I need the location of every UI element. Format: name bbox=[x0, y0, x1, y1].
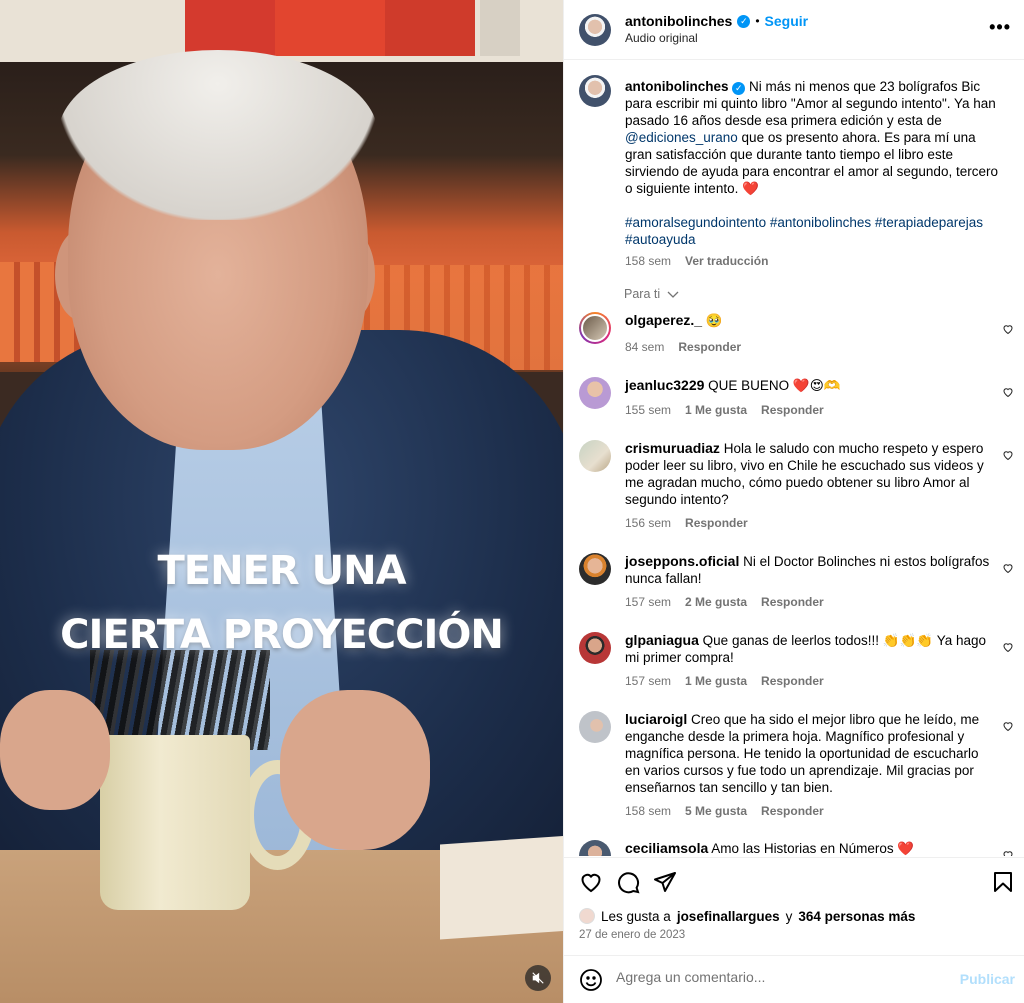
likes-join: y bbox=[785, 908, 793, 924]
separator-dot: • bbox=[755, 14, 760, 28]
avatar[interactable] bbox=[579, 14, 611, 46]
audio-link[interactable]: Audio original bbox=[625, 31, 698, 45]
comment-username[interactable]: joseppons.oficial bbox=[625, 553, 739, 569]
post-date[interactable]: 27 de enero de 2023 bbox=[579, 929, 685, 941]
reply-button[interactable]: Responder bbox=[761, 674, 824, 688]
speaker-muted-icon bbox=[532, 972, 544, 984]
comment-time[interactable]: 156 sem bbox=[625, 516, 671, 530]
comment-time[interactable]: 158 sem bbox=[625, 804, 671, 818]
chevron-down-icon bbox=[667, 291, 679, 298]
reply-button[interactable]: Responder bbox=[678, 340, 741, 354]
comment-text: QUE BUENO ❤️😍🫶 bbox=[708, 378, 841, 393]
right-hand bbox=[280, 690, 430, 850]
mug bbox=[100, 735, 250, 910]
heart-icon[interactable] bbox=[1002, 386, 1014, 398]
post-header: antonibolinches ✓ • Seguir Audio origina… bbox=[564, 0, 1024, 60]
sort-label: Para ti bbox=[624, 287, 661, 301]
caption-username[interactable]: antonibolinches bbox=[625, 79, 729, 94]
author-username[interactable]: antonibolinches bbox=[625, 13, 732, 29]
heart-icon[interactable] bbox=[1002, 323, 1014, 335]
comment-username[interactable]: crismuruadiaz bbox=[625, 440, 720, 456]
heart-icon[interactable] bbox=[1002, 849, 1014, 856]
hashtags[interactable]: #amoralsegundointento #antonibolinches #… bbox=[625, 214, 1000, 248]
likes-count[interactable]: 364 personas más bbox=[798, 909, 915, 924]
avatar[interactable] bbox=[579, 312, 611, 344]
bookshelf-top bbox=[0, 0, 563, 62]
heart-icon[interactable] bbox=[1002, 641, 1014, 653]
likes-summary[interactable]: Les gusta a josefinallargues y 364 perso… bbox=[579, 908, 915, 924]
likes-prefix: Les gusta a bbox=[601, 908, 671, 924]
avatar[interactable] bbox=[579, 440, 611, 472]
emoji-icon[interactable] bbox=[579, 968, 603, 992]
reply-button[interactable]: Responder bbox=[685, 516, 748, 530]
man-hair bbox=[58, 50, 378, 220]
avatar[interactable] bbox=[579, 840, 611, 856]
follow-button[interactable]: Seguir bbox=[765, 13, 809, 29]
mention-link[interactable]: @ediciones_urano bbox=[625, 130, 738, 145]
avatar[interactable] bbox=[579, 75, 611, 107]
avatar[interactable] bbox=[579, 711, 611, 743]
reply-button[interactable]: Responder bbox=[761, 403, 824, 417]
post-actions: Les gusta a josefinallargues y 364 perso… bbox=[564, 857, 1024, 1003]
comment-sort-dropdown[interactable]: Para ti bbox=[624, 287, 679, 301]
publish-button[interactable]: Publicar bbox=[960, 971, 1015, 987]
bookmark-icon[interactable] bbox=[991, 870, 1015, 894]
comment-likes[interactable]: 1 Me gusta bbox=[685, 403, 747, 417]
comment-text: 🥹 bbox=[705, 313, 723, 328]
comment-time[interactable]: 157 sem bbox=[625, 674, 671, 688]
heart-icon[interactable] bbox=[579, 870, 603, 894]
comment-username[interactable]: jeanluc3229 bbox=[625, 377, 704, 393]
mute-button[interactable] bbox=[525, 965, 551, 991]
likes-user[interactable]: josefinallargues bbox=[677, 909, 780, 924]
post-video[interactable]: TENER UNA CIERTA PROYECCIÓN bbox=[0, 0, 563, 1003]
caption-time[interactable]: 158 sem bbox=[625, 253, 671, 270]
avatar[interactable] bbox=[579, 377, 611, 409]
comments-list[interactable]: antonibolinches ✓ Ni más ni menos que 23… bbox=[564, 61, 1024, 856]
comment-icon[interactable] bbox=[616, 870, 640, 894]
heart-icon[interactable] bbox=[1002, 720, 1014, 732]
comment-likes[interactable]: 2 Me gusta bbox=[685, 595, 747, 609]
comment-time[interactable]: 157 sem bbox=[625, 595, 671, 609]
comment-input[interactable] bbox=[616, 969, 936, 985]
verified-badge-icon: ✓ bbox=[732, 82, 746, 95]
avatar bbox=[579, 908, 595, 924]
video-caption-line1: TENER UNA bbox=[157, 548, 406, 594]
heart-icon[interactable] bbox=[1002, 449, 1014, 461]
reply-button[interactable]: Responder bbox=[761, 804, 824, 818]
add-comment-bar: Publicar bbox=[564, 955, 1024, 1003]
share-icon[interactable] bbox=[653, 870, 677, 894]
comment-likes[interactable]: 5 Me gusta bbox=[685, 804, 747, 818]
comment-username[interactable]: ceciliamsola bbox=[625, 840, 708, 856]
verified-badge-icon: ✓ bbox=[737, 14, 751, 28]
comment-time[interactable]: 84 sem bbox=[625, 340, 664, 354]
heart-icon[interactable] bbox=[1002, 562, 1014, 574]
avatar[interactable] bbox=[579, 553, 611, 585]
translate-button[interactable]: Ver traducción bbox=[685, 253, 768, 270]
video-caption-line2: CIERTA PROYECCIÓN bbox=[60, 612, 504, 658]
notebook bbox=[440, 835, 563, 940]
reply-button[interactable]: Responder bbox=[761, 595, 824, 609]
comment-text: Amo las Historias en Números ❤️ bbox=[711, 841, 915, 856]
comment-likes[interactable]: 1 Me gusta bbox=[685, 674, 747, 688]
video-frame bbox=[0, 0, 563, 1003]
more-options-icon[interactable]: ••• bbox=[989, 17, 1011, 38]
left-hand bbox=[0, 690, 110, 810]
post-details-panel: antonibolinches ✓ • Seguir Audio origina… bbox=[563, 0, 1024, 1003]
comment-time[interactable]: 155 sem bbox=[625, 403, 671, 417]
comment-username[interactable]: olgaperez._ bbox=[625, 312, 702, 328]
avatar[interactable] bbox=[579, 632, 611, 664]
comment-username[interactable]: luciaroigl bbox=[625, 711, 687, 727]
comment-username[interactable]: glpaniagua bbox=[625, 632, 699, 648]
